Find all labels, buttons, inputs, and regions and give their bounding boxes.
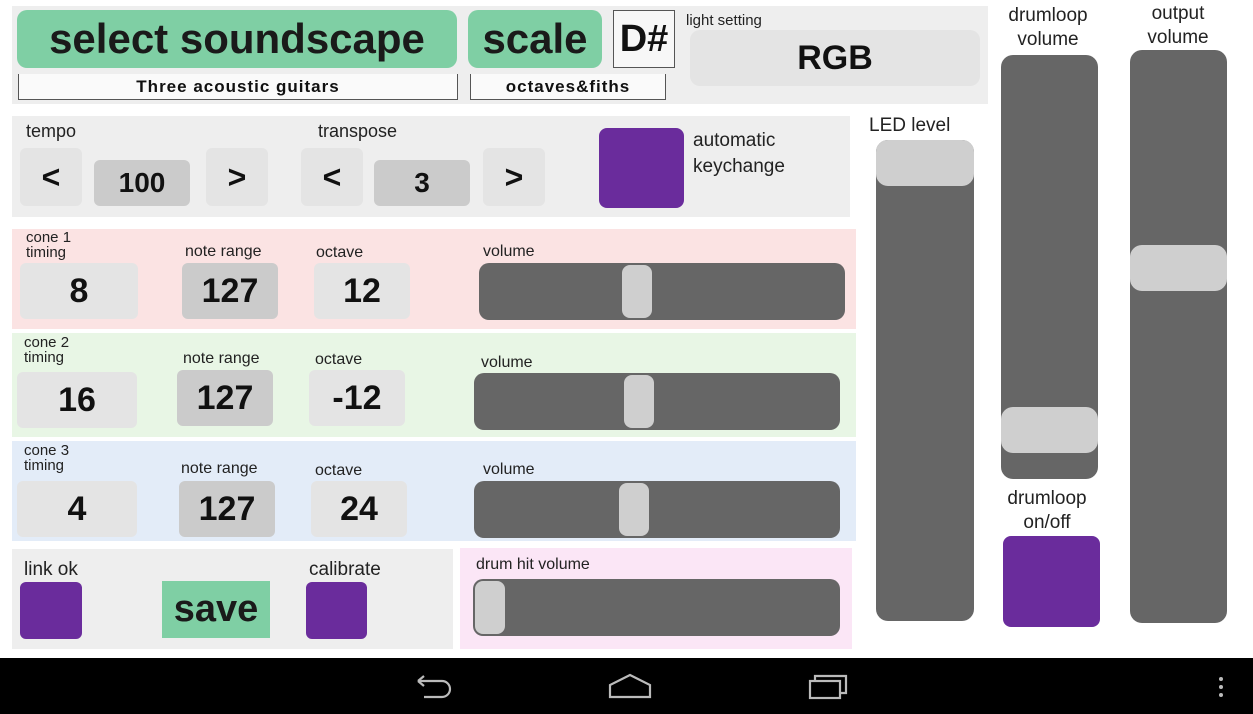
cone3-timing-value[interactable]: 4 — [17, 481, 137, 537]
cone3-octave-value[interactable]: 24 — [311, 481, 407, 537]
key-selector[interactable]: D# — [613, 10, 675, 68]
led-level-slider[interactable] — [876, 140, 974, 621]
scale-button[interactable]: scale — [468, 10, 602, 68]
cone2-volume-thumb[interactable] — [624, 375, 655, 428]
cone1-volume-label: volume — [483, 243, 535, 260]
cone1-octave-value[interactable]: 12 — [314, 263, 410, 319]
cone2-volume-label: volume — [481, 354, 533, 371]
drumloop-onoff-label: drumloop on/off — [988, 487, 1106, 535]
tempo-increase-button[interactable]: > — [206, 148, 268, 206]
automatic-keychange-label: automatic keychange — [693, 128, 785, 180]
drumloop-volume-label-line1: drumloop — [1008, 5, 1088, 26]
cone2-note-range-value[interactable]: 127 — [177, 370, 273, 426]
transpose-increase-button[interactable]: > — [483, 148, 545, 206]
tempo-label: tempo — [26, 121, 77, 141]
cone3-title: cone 3 — [24, 442, 70, 459]
cone2-timing-title: timing — [24, 349, 65, 366]
link-ok-label: link ok — [24, 559, 78, 580]
cone2-note-range-label: note range — [183, 350, 260, 367]
output-volume-label-line2: volume — [1147, 27, 1209, 48]
drumloop-volume-slider[interactable] — [1001, 55, 1098, 479]
cone1-timing-title: timing — [26, 244, 67, 261]
cone3-note-range-label: note range — [181, 460, 258, 477]
led-level-label: LED level — [869, 115, 951, 136]
cone2-volume-slider[interactable] — [474, 373, 840, 430]
cone3-volume-label: volume — [483, 461, 535, 478]
drum-hit-volume-slider[interactable] — [473, 579, 840, 636]
tempo-decrease-button[interactable]: < — [20, 148, 82, 206]
light-setting-selector[interactable]: RGB — [690, 30, 980, 86]
drumloop-onoff-label-line2: on/off — [1023, 512, 1071, 533]
transpose-value: 3 — [374, 160, 470, 206]
led-level-thumb[interactable] — [876, 140, 974, 186]
home-icon[interactable] — [606, 671, 654, 701]
transpose-decrease-button[interactable]: < — [301, 148, 363, 206]
drumloop-volume-label: drumloop volume — [990, 4, 1106, 52]
scale-value: octaves&fiths — [470, 74, 666, 100]
tempo-value: 100 — [94, 160, 190, 206]
cone1-timing-value[interactable]: 8 — [20, 263, 138, 319]
cone3-timing-title: timing — [24, 457, 65, 474]
cone3-timing-label: cone 3 timing — [24, 443, 69, 473]
cone3-octave-label: octave — [315, 462, 363, 479]
cone2-timing-label: cone 2 timing — [24, 335, 69, 365]
cone1-note-range-value[interactable]: 127 — [182, 263, 278, 319]
select-soundscape-button[interactable]: select soundscape — [17, 10, 457, 68]
cone2-octave-value[interactable]: -12 — [309, 370, 405, 426]
drum-hit-volume-thumb[interactable] — [475, 581, 505, 634]
output-volume-thumb[interactable] — [1130, 244, 1227, 291]
automatic-keychange-label-line2: keychange — [693, 156, 785, 177]
cone2-title: cone 2 — [24, 334, 70, 351]
recent-apps-icon[interactable] — [806, 671, 850, 701]
cone2-timing-value[interactable]: 16 — [17, 372, 137, 428]
output-volume-label: output volume — [1118, 2, 1238, 50]
cone1-volume-slider[interactable] — [479, 263, 845, 320]
automatic-keychange-toggle[interactable] — [599, 128, 684, 208]
light-setting-label: light setting — [686, 12, 762, 29]
drumloop-onoff-label-line1: drumloop — [1007, 488, 1087, 509]
cone1-note-range-label: note range — [185, 243, 262, 260]
drumloop-volume-label-line2: volume — [1017, 29, 1079, 50]
system-navigation-bar — [0, 658, 1253, 714]
drumloop-volume-thumb[interactable] — [1001, 406, 1098, 453]
cone3-note-range-value[interactable]: 127 — [179, 481, 275, 537]
cone1-title: cone 1 — [26, 229, 72, 246]
drum-hit-volume-label: drum hit volume — [476, 556, 590, 573]
drumloop-onoff-toggle[interactable] — [1003, 536, 1100, 627]
cone1-volume-thumb[interactable] — [621, 265, 652, 318]
soundscape-value: Three acoustic guitars — [18, 74, 458, 100]
automatic-keychange-label-line1: automatic — [693, 130, 776, 151]
output-volume-slider[interactable] — [1130, 50, 1227, 623]
link-ok-indicator[interactable] — [20, 582, 82, 639]
overflow-menu-icon[interactable] — [1216, 675, 1226, 699]
cone2-octave-label: octave — [315, 351, 363, 368]
cone1-octave-label: octave — [316, 244, 364, 261]
calibrate-button[interactable] — [306, 582, 367, 639]
calibrate-label: calibrate — [309, 559, 381, 580]
cone1-timing-label: cone 1 timing — [26, 230, 71, 260]
back-icon[interactable] — [412, 673, 456, 699]
transpose-label: transpose — [318, 121, 398, 141]
cone3-volume-slider[interactable] — [474, 481, 840, 538]
save-button[interactable]: save — [162, 581, 270, 638]
output-volume-label-line1: output — [1151, 3, 1205, 24]
cone3-volume-thumb[interactable] — [619, 483, 650, 536]
